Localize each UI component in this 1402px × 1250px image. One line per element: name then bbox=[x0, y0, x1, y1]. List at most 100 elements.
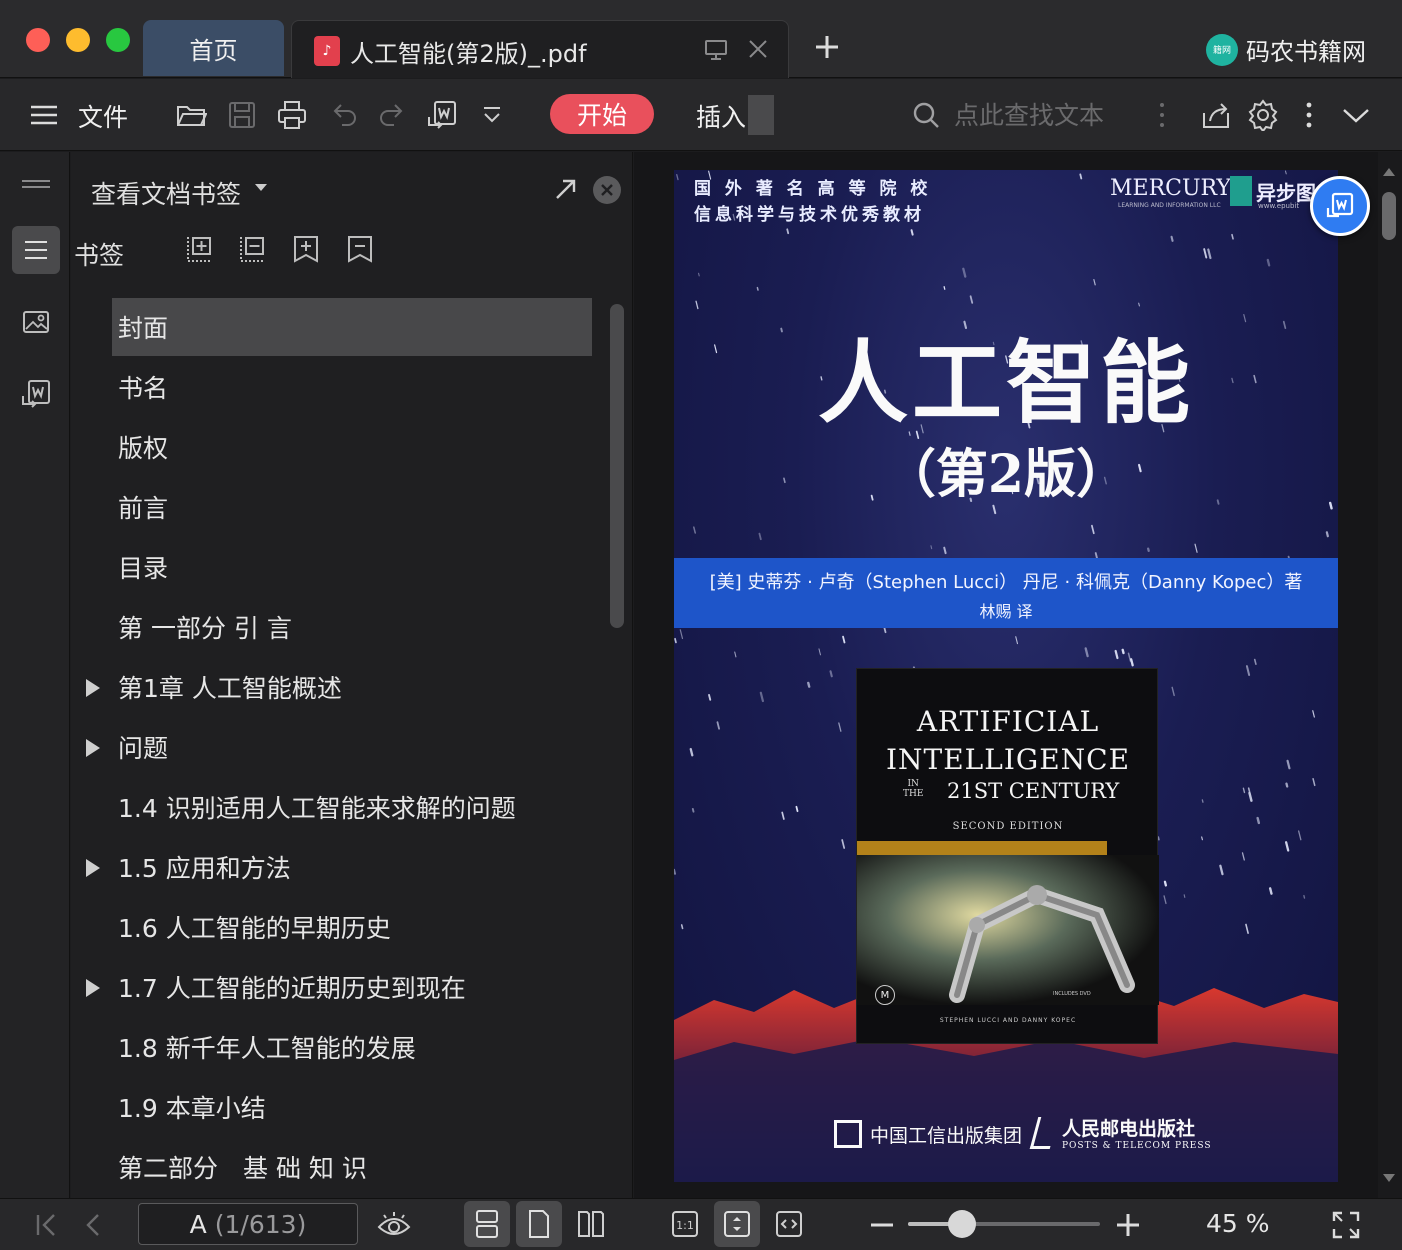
fit-width-button[interactable] bbox=[766, 1201, 812, 1247]
search-input[interactable] bbox=[954, 95, 1134, 135]
star-streak bbox=[838, 722, 842, 732]
page-indicator[interactable]: A (1/613) bbox=[138, 1203, 358, 1245]
settings-gear-icon[interactable] bbox=[1247, 99, 1279, 131]
panel-close-icon[interactable] bbox=[593, 176, 621, 204]
star-streak bbox=[689, 747, 694, 757]
star-streak bbox=[679, 629, 684, 640]
document-scrollbar-track[interactable] bbox=[1378, 152, 1402, 1198]
bookmark-item-label: 版权 bbox=[118, 434, 169, 463]
star-streak bbox=[829, 670, 833, 678]
actual-size-button[interactable]: 1:1 bbox=[662, 1201, 708, 1247]
bookmark-item[interactable]: 第二部分 基 础 知 识 bbox=[112, 1138, 592, 1196]
single-page-mode[interactable] bbox=[516, 1201, 562, 1247]
bookmark-item[interactable]: 前言 bbox=[112, 478, 592, 536]
open-folder-icon[interactable] bbox=[175, 99, 207, 131]
bookmark-item[interactable]: 1.6 人工智能的早期历史 bbox=[112, 898, 592, 956]
bookmark-item[interactable]: 版权 bbox=[112, 418, 592, 476]
star-streak bbox=[1297, 830, 1302, 841]
fit-page-button[interactable] bbox=[714, 1201, 760, 1247]
star-streak bbox=[1138, 302, 1140, 307]
bookmark-item[interactable]: 第 一部分 引 言 bbox=[112, 598, 592, 656]
remove-bookmark-icon[interactable] bbox=[345, 234, 375, 264]
pop-out-arrow-icon[interactable] bbox=[553, 176, 579, 202]
hamburger-menu-icon[interactable] bbox=[28, 99, 60, 131]
tab-close-icon[interactable] bbox=[746, 37, 770, 61]
rail-bookmarks[interactable] bbox=[12, 226, 60, 274]
collapse-all-icon[interactable] bbox=[237, 234, 267, 264]
expand-triangle-icon[interactable] bbox=[86, 739, 100, 757]
convert-to-word-icon[interactable] bbox=[426, 99, 458, 131]
svg-text:1:1: 1:1 bbox=[676, 1219, 694, 1232]
more-options-icon[interactable] bbox=[1293, 99, 1325, 131]
inner-book-authors: STEPHEN LUCCI AND DANNY KOPEC bbox=[939, 1017, 1077, 1024]
bookmark-item[interactable]: 1.7 人工智能的近期历史到现在 bbox=[86, 958, 592, 1016]
document-view[interactable]: 国 外 著 名 高 等 院 校 信息科学与技术优秀教材 MERCURY LEAR… bbox=[634, 152, 1402, 1198]
floating-convert-button[interactable] bbox=[1310, 176, 1370, 236]
save-icon[interactable] bbox=[226, 99, 258, 131]
two-pages-icon bbox=[578, 1211, 604, 1237]
eye-protection-icon[interactable] bbox=[376, 1209, 412, 1241]
expand-triangle-icon[interactable] bbox=[86, 679, 100, 697]
publisher-logo: 人民邮电出版社 POSTS & TELECOM PRESS bbox=[1029, 1114, 1212, 1151]
star-streak bbox=[1303, 894, 1306, 899]
expand-all-icon[interactable] bbox=[184, 234, 214, 264]
inner-book-cover: ARTIFICIAL INTELLIGENCE IN THE 21ST CENT… bbox=[856, 668, 1159, 1044]
bookmark-item[interactable]: 1.9 本章小结 bbox=[112, 1078, 592, 1136]
bookmark-item[interactable]: 第1章 人工智能概述 bbox=[86, 658, 592, 716]
ribbon-more-button[interactable] bbox=[748, 95, 774, 135]
fit-width-icon bbox=[776, 1211, 802, 1237]
zoom-level[interactable]: 45 % bbox=[1206, 1209, 1270, 1238]
file-menu[interactable]: 文件 bbox=[78, 98, 128, 134]
rail-thumbnails[interactable] bbox=[12, 298, 60, 346]
bookmark-item-label: 1.8 新千年人工智能的发展 bbox=[118, 1034, 416, 1063]
brand[interactable]: 籍网 码农书籍网 bbox=[1206, 32, 1366, 67]
undo-icon[interactable] bbox=[328, 99, 360, 131]
expand-triangle-icon[interactable] bbox=[86, 979, 100, 997]
tab-start[interactable]: 开始 bbox=[550, 94, 654, 134]
close-window-button[interactable] bbox=[26, 28, 50, 52]
previous-page-icon[interactable] bbox=[78, 1209, 110, 1241]
continuous-scroll-mode[interactable] bbox=[464, 1201, 510, 1247]
bookmark-scrollbar[interactable] bbox=[610, 304, 624, 628]
expand-triangle-icon[interactable] bbox=[86, 859, 100, 877]
zoom-slider-thumb[interactable] bbox=[947, 1210, 976, 1238]
tab-document[interactable]: ♪ 人工智能(第2版)_.pdf bbox=[291, 20, 789, 78]
bookmark-item[interactable]: 封面 bbox=[112, 298, 592, 356]
document-scrollbar-thumb[interactable] bbox=[1382, 192, 1396, 240]
scroll-up-arrow-icon[interactable] bbox=[1383, 168, 1395, 176]
zoom-out-icon[interactable] bbox=[866, 1209, 898, 1241]
zoom-window-button[interactable] bbox=[106, 28, 130, 52]
scroll-down-arrow-icon[interactable] bbox=[1383, 1174, 1395, 1182]
new-tab-icon[interactable] bbox=[812, 32, 842, 62]
bookmark-item-label: 书名 bbox=[118, 374, 169, 403]
collapse-ribbon-chevron-icon[interactable] bbox=[1340, 99, 1372, 131]
tab-insert[interactable]: 插入 bbox=[696, 98, 746, 134]
bookmark-item-label: 1.9 本章小结 bbox=[118, 1094, 266, 1123]
print-icon[interactable] bbox=[276, 99, 308, 131]
zoom-slider[interactable] bbox=[908, 1210, 1100, 1238]
collapse-panel-icon[interactable] bbox=[20, 178, 52, 190]
bookmark-item[interactable]: 书名 bbox=[112, 358, 592, 416]
two-page-mode[interactable] bbox=[568, 1201, 614, 1247]
brand-name: 码农书籍网 bbox=[1246, 38, 1366, 66]
zoom-in-icon[interactable] bbox=[1112, 1209, 1144, 1241]
panel-title-dropdown[interactable]: 查看文档书签 bbox=[91, 175, 241, 211]
monitor-icon[interactable] bbox=[704, 39, 728, 61]
bookmark-item[interactable]: 1.8 新千年人工智能的发展 bbox=[112, 1018, 592, 1076]
redo-icon[interactable] bbox=[376, 99, 408, 131]
bookmark-item[interactable]: 1.5 应用和方法 bbox=[86, 838, 592, 896]
more-tools-dropdown-icon[interactable] bbox=[476, 99, 508, 131]
bookmark-item[interactable]: 问题 bbox=[86, 718, 592, 776]
tab-home[interactable]: 首页 bbox=[143, 20, 284, 76]
fullscreen-icon[interactable] bbox=[1330, 1209, 1362, 1241]
star-streak bbox=[969, 295, 974, 304]
star-streak bbox=[795, 805, 799, 813]
share-icon[interactable] bbox=[1200, 99, 1232, 131]
bookmark-item[interactable]: 1.4 识别适用人工智能来求解的问题 bbox=[112, 778, 592, 836]
bookmark-item[interactable]: 目录 bbox=[112, 538, 592, 596]
caret-down-icon[interactable] bbox=[255, 184, 267, 191]
add-bookmark-icon[interactable] bbox=[291, 234, 321, 264]
first-page-icon[interactable] bbox=[30, 1209, 62, 1241]
minimize-window-button[interactable] bbox=[66, 28, 90, 52]
rail-convert[interactable] bbox=[12, 370, 60, 418]
